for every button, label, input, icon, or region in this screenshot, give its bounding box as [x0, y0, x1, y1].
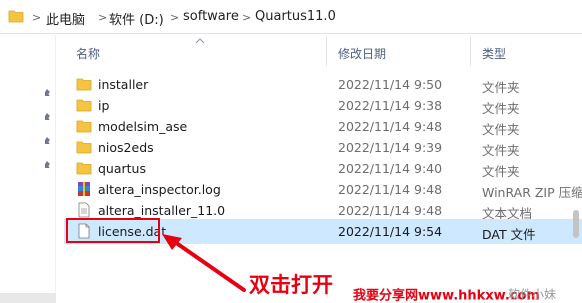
annotation-arrow-icon [162, 234, 246, 292]
folder-icon [76, 162, 92, 175]
pin-icon[interactable] [41, 160, 53, 172]
file-name: modelsim_ase [98, 119, 188, 134]
file-date: 2022/11/14 9:48 [338, 119, 443, 134]
file-name: ip [98, 98, 110, 113]
status-strip [0, 293, 56, 303]
column-header-modified[interactable]: 修改日期 [338, 45, 386, 62]
file-date: 2022/11/14 9:48 [338, 203, 443, 218]
chevron-right-icon: > [242, 11, 252, 24]
column-divider[interactable] [470, 36, 471, 66]
folder-icon [76, 78, 92, 91]
breadcrumb-drive-d[interactable]: 软件 (D:) [109, 9, 164, 28]
folder-icon [76, 99, 92, 112]
file-name: altera_inspector.log [98, 182, 221, 197]
folder-icon [8, 10, 24, 23]
file-name: installer [98, 77, 149, 92]
folder-icon [76, 120, 92, 133]
breadcrumb-quartus[interactable]: Quartus11.0 [255, 9, 336, 24]
file-name: altera_installer_11.0 [98, 203, 226, 218]
pin-icon[interactable] [41, 112, 53, 124]
file-date: 2022/11/14 9:48 [338, 182, 443, 197]
chevron-right-icon: > [32, 11, 42, 24]
column-header-row: 名称 修改日期 类型 [0, 34, 582, 69]
column-header-type[interactable]: 类型 [482, 45, 506, 62]
breadcrumb-this-pc[interactable]: 此电脑 [46, 9, 85, 28]
column-divider[interactable] [326, 36, 327, 66]
navigation-pane[interactable] [0, 35, 56, 303]
address-bar[interactable]: > 此电脑 > 软件 (D:) > software > Quartus11.0 [0, 0, 582, 34]
breadcrumb-software[interactable]: software [183, 9, 239, 24]
column-header-name[interactable]: 名称 [76, 45, 100, 62]
file-date: 2022/11/14 9:54 [338, 224, 443, 239]
file-type: DAT 文件 [482, 227, 536, 242]
annotation-label: 双击打开 [249, 273, 333, 297]
watermark-secondary: 软件小妹 [508, 287, 557, 302]
file-date: 2022/11/14 9:50 [338, 77, 443, 92]
chevron-right-icon: > [98, 11, 108, 24]
chevron-right-icon: > [170, 11, 180, 24]
file-date: 2022/11/14 9:39 [338, 140, 443, 155]
pin-icon[interactable] [41, 88, 53, 100]
file-date: 2022/11/14 9:38 [338, 98, 443, 113]
scrollbar-thumb[interactable] [573, 210, 579, 238]
text-document-icon [78, 202, 90, 218]
highlight-box [66, 218, 160, 243]
pin-icon[interactable] [41, 136, 53, 148]
file-date: 2022/11/14 9:40 [338, 161, 443, 176]
folder-icon [76, 141, 92, 154]
file-name: nios2eds [98, 140, 154, 155]
file-name: quartus [98, 161, 146, 176]
winrar-archive-icon [78, 182, 90, 196]
